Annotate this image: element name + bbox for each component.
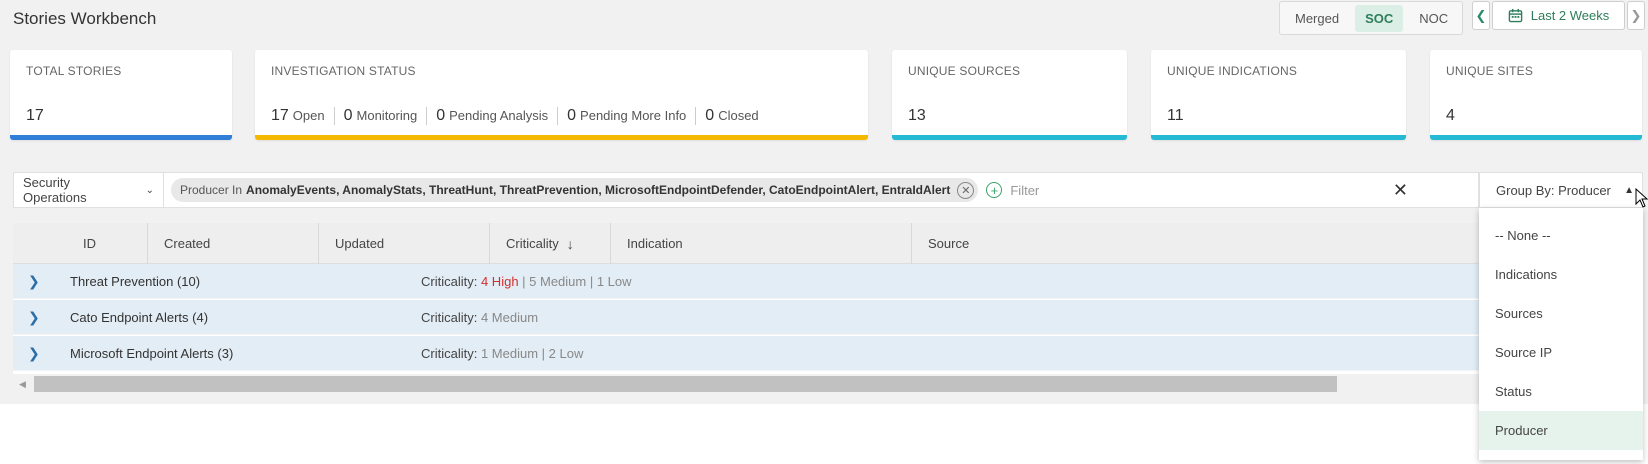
clear-filters-icon[interactable]: ✕ — [1393, 180, 1408, 201]
filter-bar: Security Operations ⌄ Producer In Anomal… — [13, 172, 1479, 208]
card-label: UNIQUE SITES — [1446, 64, 1534, 78]
card-value: 11 — [1167, 107, 1184, 124]
status-pending-analysis[interactable]: 0 Pending Analysis — [426, 107, 557, 125]
page-title: Stories Workbench — [13, 9, 157, 28]
card-accent-bar — [1151, 135, 1406, 140]
status-closed[interactable]: 0 Closed — [695, 107, 767, 125]
status-pending-more-info[interactable]: 0 Pending More Info — [557, 107, 695, 125]
group-row[interactable]: ❯ Microsoft Endpoint Alerts (3) Critical… — [13, 336, 1479, 371]
status-open[interactable]: 17 Open — [271, 107, 334, 125]
column-created[interactable]: Created — [147, 223, 318, 264]
expand-chevron-icon[interactable]: ❯ — [28, 309, 40, 326]
chevron-down-icon: ⌄ — [145, 184, 154, 196]
expand-chevron-icon[interactable]: ❯ — [28, 273, 40, 290]
group-row[interactable]: ❯ Cato Endpoint Alerts (4) Criticality: … — [13, 300, 1479, 335]
card-value: 13 — [908, 107, 926, 124]
group-by-option-indications[interactable]: Indications — [1479, 255, 1643, 294]
card-value: 17 — [26, 107, 44, 124]
mode-soc-button[interactable]: SOC — [1355, 4, 1404, 32]
card-value: 4 — [1446, 107, 1455, 124]
table-header: ID Created Updated Criticality ↓ Indicat… — [13, 223, 1479, 264]
expand-chevron-icon[interactable]: ❯ — [28, 345, 40, 362]
card-label: UNIQUE INDICATIONS — [1167, 64, 1298, 78]
column-indication[interactable]: Indication — [610, 223, 911, 264]
chevron-left-icon: ❮ — [1475, 7, 1487, 23]
mode-toggle-group: Merged SOC NOC — [1279, 1, 1463, 35]
horizontal-scrollbar[interactable]: ◀ — [13, 374, 1479, 395]
group-name: Threat Prevention (10) — [70, 273, 201, 289]
card-label: INVESTIGATION STATUS — [271, 64, 416, 78]
group-criticality: Criticality: 1 Medium | 2 Low — [421, 345, 584, 361]
scroll-left-icon[interactable]: ◀ — [19, 379, 26, 390]
card-unique-indications[interactable]: UNIQUE INDICATIONS 11 — [1151, 50, 1406, 140]
plus-circle-icon: + — [986, 182, 1003, 198]
group-by-option-status[interactable]: Status — [1479, 372, 1643, 411]
group-name: Microsoft Endpoint Alerts (3) — [70, 345, 234, 361]
remove-chip-icon[interactable]: ✕ — [957, 181, 975, 199]
scrollbar-thumb[interactable] — [34, 376, 1337, 392]
card-label: UNIQUE SOURCES — [908, 64, 1021, 78]
group-criticality: Criticality: 4 High | 5 Medium | 1 Low — [421, 273, 632, 289]
group-by-select[interactable]: Group By: Producer ▲ — [1479, 172, 1643, 208]
chip-field: Producer In — [180, 183, 243, 197]
date-prev-button[interactable]: ❮ — [1472, 1, 1490, 30]
date-range-label: Last 2 Weeks — [1530, 8, 1610, 23]
group-criticality: Criticality: 4 Medium — [421, 309, 539, 325]
investigation-status-row: 17 Open 0 Monitoring 0 Pending Analysis 0 Pe… — [271, 107, 768, 125]
mode-noc-button[interactable]: NOC — [1409, 5, 1458, 32]
stories-table: ID Created Updated Criticality ↓ Indicat… — [13, 223, 1479, 395]
group-name: Cato Endpoint Alerts (4) — [70, 309, 209, 325]
column-id[interactable]: ID — [70, 223, 96, 264]
scope-select[interactable]: Security Operations ⌄ — [14, 173, 164, 207]
card-accent-bar — [10, 135, 232, 140]
mode-merged-button[interactable]: Merged — [1285, 5, 1349, 32]
group-by-option-sources[interactable]: Sources — [1479, 294, 1643, 333]
filter-chip[interactable]: Producer In AnomalyEvents, AnomalyStats,… — [171, 178, 979, 202]
group-by-option-none[interactable]: -- None -- — [1479, 216, 1643, 255]
card-accent-bar — [1430, 135, 1642, 140]
column-expand — [13, 223, 70, 264]
chip-values: AnomalyEvents, AnomalyStats, ThreatHunt,… — [246, 183, 951, 197]
sort-down-icon: ↓ — [566, 235, 574, 252]
add-filter[interactable]: + Filter — [986, 182, 1039, 198]
group-by-label: Group By: Producer — [1496, 182, 1611, 198]
scope-label: Security Operations — [23, 175, 87, 205]
group-by-option-producer[interactable]: Producer — [1479, 411, 1643, 450]
card-investigation-status[interactable]: INVESTIGATION STATUS 17 Open 0 Monitoring … — [255, 50, 868, 140]
date-range-button[interactable]: Last 2 Weeks — [1492, 1, 1625, 30]
group-by-option-source-ip[interactable]: Source IP — [1479, 333, 1643, 372]
status-monitoring[interactable]: 0 Monitoring — [333, 107, 427, 125]
caret-up-icon: ▲ — [1624, 185, 1634, 196]
card-unique-sites[interactable]: UNIQUE SITES 4 — [1430, 50, 1642, 140]
filter-placeholder: Filter — [1010, 182, 1040, 198]
group-row[interactable]: ❯ Threat Prevention (10) Criticality: 4 … — [13, 264, 1479, 299]
card-accent-bar — [892, 135, 1127, 140]
calendar-icon — [1508, 8, 1523, 23]
chevron-right-icon: ❯ — [1630, 7, 1642, 23]
column-criticality[interactable]: Criticality ↓ — [489, 223, 610, 264]
card-label: TOTAL STORIES — [26, 64, 122, 78]
column-criticality-label: Criticality — [506, 236, 559, 251]
group-by-dropdown: -- None -- Indications Sources Source IP… — [1479, 208, 1643, 460]
column-updated[interactable]: Updated — [318, 223, 489, 264]
card-accent-bar — [255, 135, 868, 140]
mouse-cursor-icon — [1635, 188, 1648, 208]
card-unique-sources[interactable]: UNIQUE SOURCES 13 — [892, 50, 1127, 140]
date-next-button[interactable]: ❯ — [1627, 1, 1645, 30]
app-background: Stories Workbench Merged SOC NOC ❮ Last … — [0, 0, 1648, 404]
card-total-stories[interactable]: TOTAL STORIES 17 — [10, 50, 232, 140]
column-source[interactable]: Source — [911, 223, 1479, 264]
